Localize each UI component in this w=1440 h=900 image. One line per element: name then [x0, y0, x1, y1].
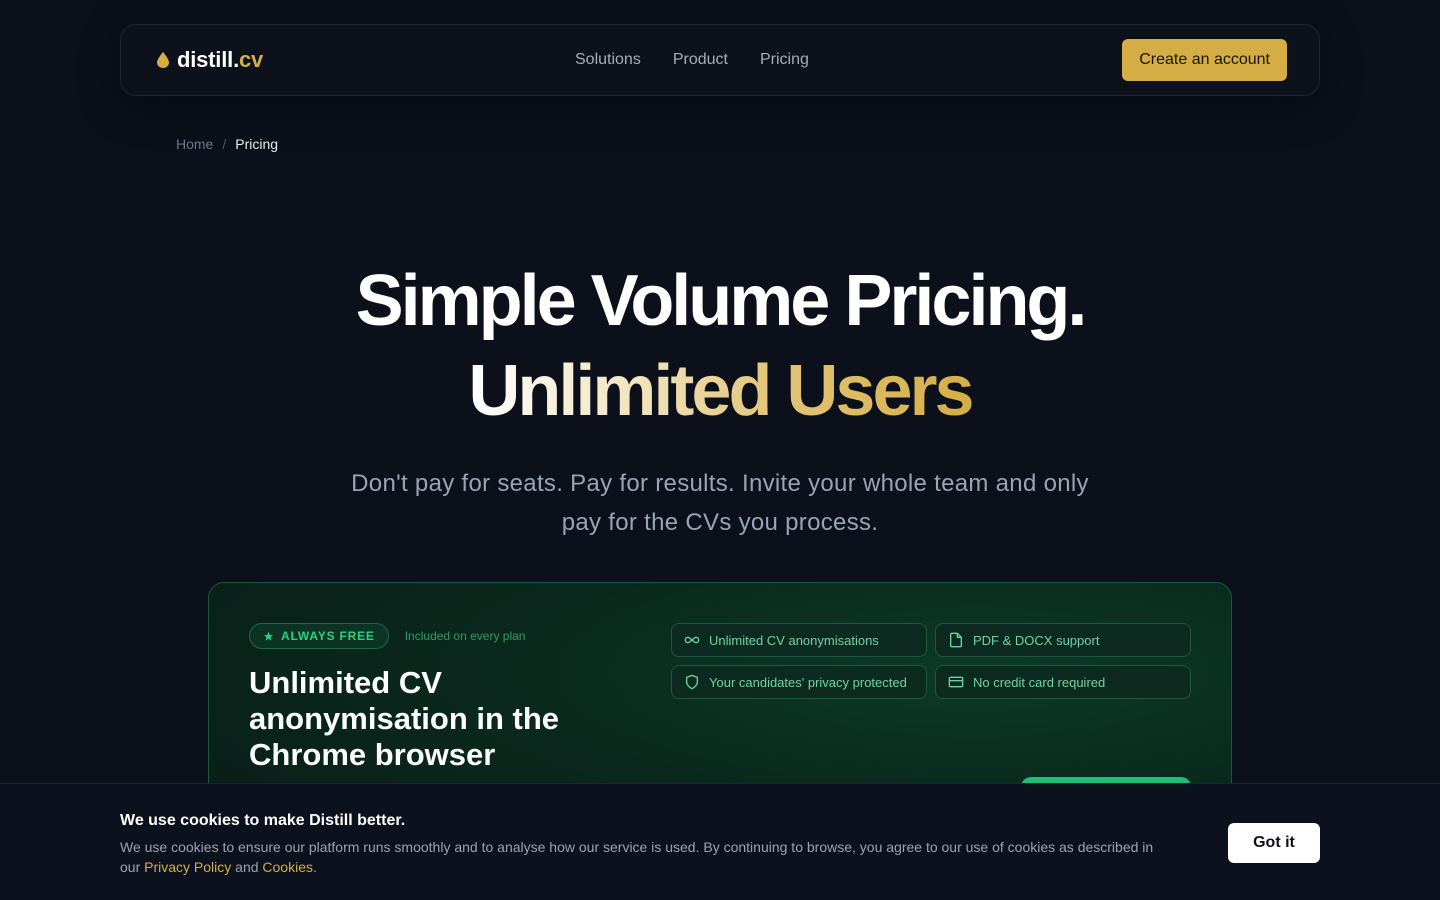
badge-row: ALWAYS FREE Included on every plan — [249, 623, 525, 649]
feature-label: Your candidates' privacy protected — [709, 674, 907, 690]
infinity-icon — [684, 636, 700, 644]
cookies-link[interactable]: Cookies — [262, 859, 313, 875]
cookie-and: and — [231, 859, 263, 875]
feature-label: PDF & DOCX support — [973, 632, 1100, 648]
breadcrumb: Home / Pricing — [176, 136, 278, 152]
logo[interactable]: distill.cv — [157, 47, 263, 73]
feature-item: Unlimited CV anonymisations — [671, 623, 927, 657]
cookie-title: We use cookies to make Distill better. — [120, 812, 406, 829]
create-account-button[interactable]: Create an account — [1122, 39, 1287, 81]
badge-label: ALWAYS FREE — [281, 629, 375, 643]
cookie-period: . — [313, 859, 317, 875]
feature-item: No credit card required — [935, 665, 1191, 699]
hero-subtitle: Don't pay for seats. Pay for results. In… — [351, 470, 1089, 536]
top-navbar: distill.cv Solutions Product Pricing Cre… — [120, 24, 1320, 96]
feature-item: Your candidates' privacy protected — [671, 665, 927, 699]
credit-card-icon — [948, 676, 964, 688]
title-line-2: Unlimited Users — [468, 346, 974, 436]
logo-tld: cv — [238, 47, 264, 72]
page-title: Simple Volume Pricing. Unlimited Users — [0, 256, 1440, 436]
nav-link-product[interactable]: Product — [673, 51, 728, 69]
privacy-policy-link[interactable]: Privacy Policy — [144, 859, 231, 875]
nav-link-pricing[interactable]: Pricing — [760, 51, 809, 69]
title-line-1: Simple Volume Pricing. — [355, 261, 1088, 341]
breadcrumb-current: Pricing — [235, 136, 279, 152]
free-card-title: Unlimited CV anonymisation in the Chrome… — [249, 665, 560, 772]
shield-icon — [686, 674, 698, 690]
feature-item: PDF & DOCX support — [935, 623, 1191, 657]
star-icon — [263, 631, 274, 641]
feature-label: No credit card required — [973, 674, 1106, 690]
nav-link-solutions[interactable]: Solutions — [575, 51, 641, 69]
cookie-banner: We use cookies to make Distill better. W… — [0, 783, 1440, 900]
always-free-badge: ALWAYS FREE — [249, 623, 389, 649]
feature-list: Unlimited CV anonymisations PDF & DOCX s… — [671, 623, 1191, 699]
file-icon — [950, 632, 962, 648]
nav-links: Solutions Product Pricing — [575, 51, 809, 69]
breadcrumb-home[interactable]: Home — [176, 136, 213, 152]
got-it-button[interactable]: Got it — [1228, 823, 1320, 863]
badge-note: Included on every plan — [404, 629, 526, 643]
feature-label: Unlimited CV anonymisations — [709, 632, 879, 648]
drop-icon — [157, 52, 169, 68]
breadcrumb-separator: / — [222, 136, 227, 152]
logo-name: distill — [177, 47, 234, 72]
cookie-text: We use cookies to ensure our platform ru… — [120, 837, 1170, 877]
